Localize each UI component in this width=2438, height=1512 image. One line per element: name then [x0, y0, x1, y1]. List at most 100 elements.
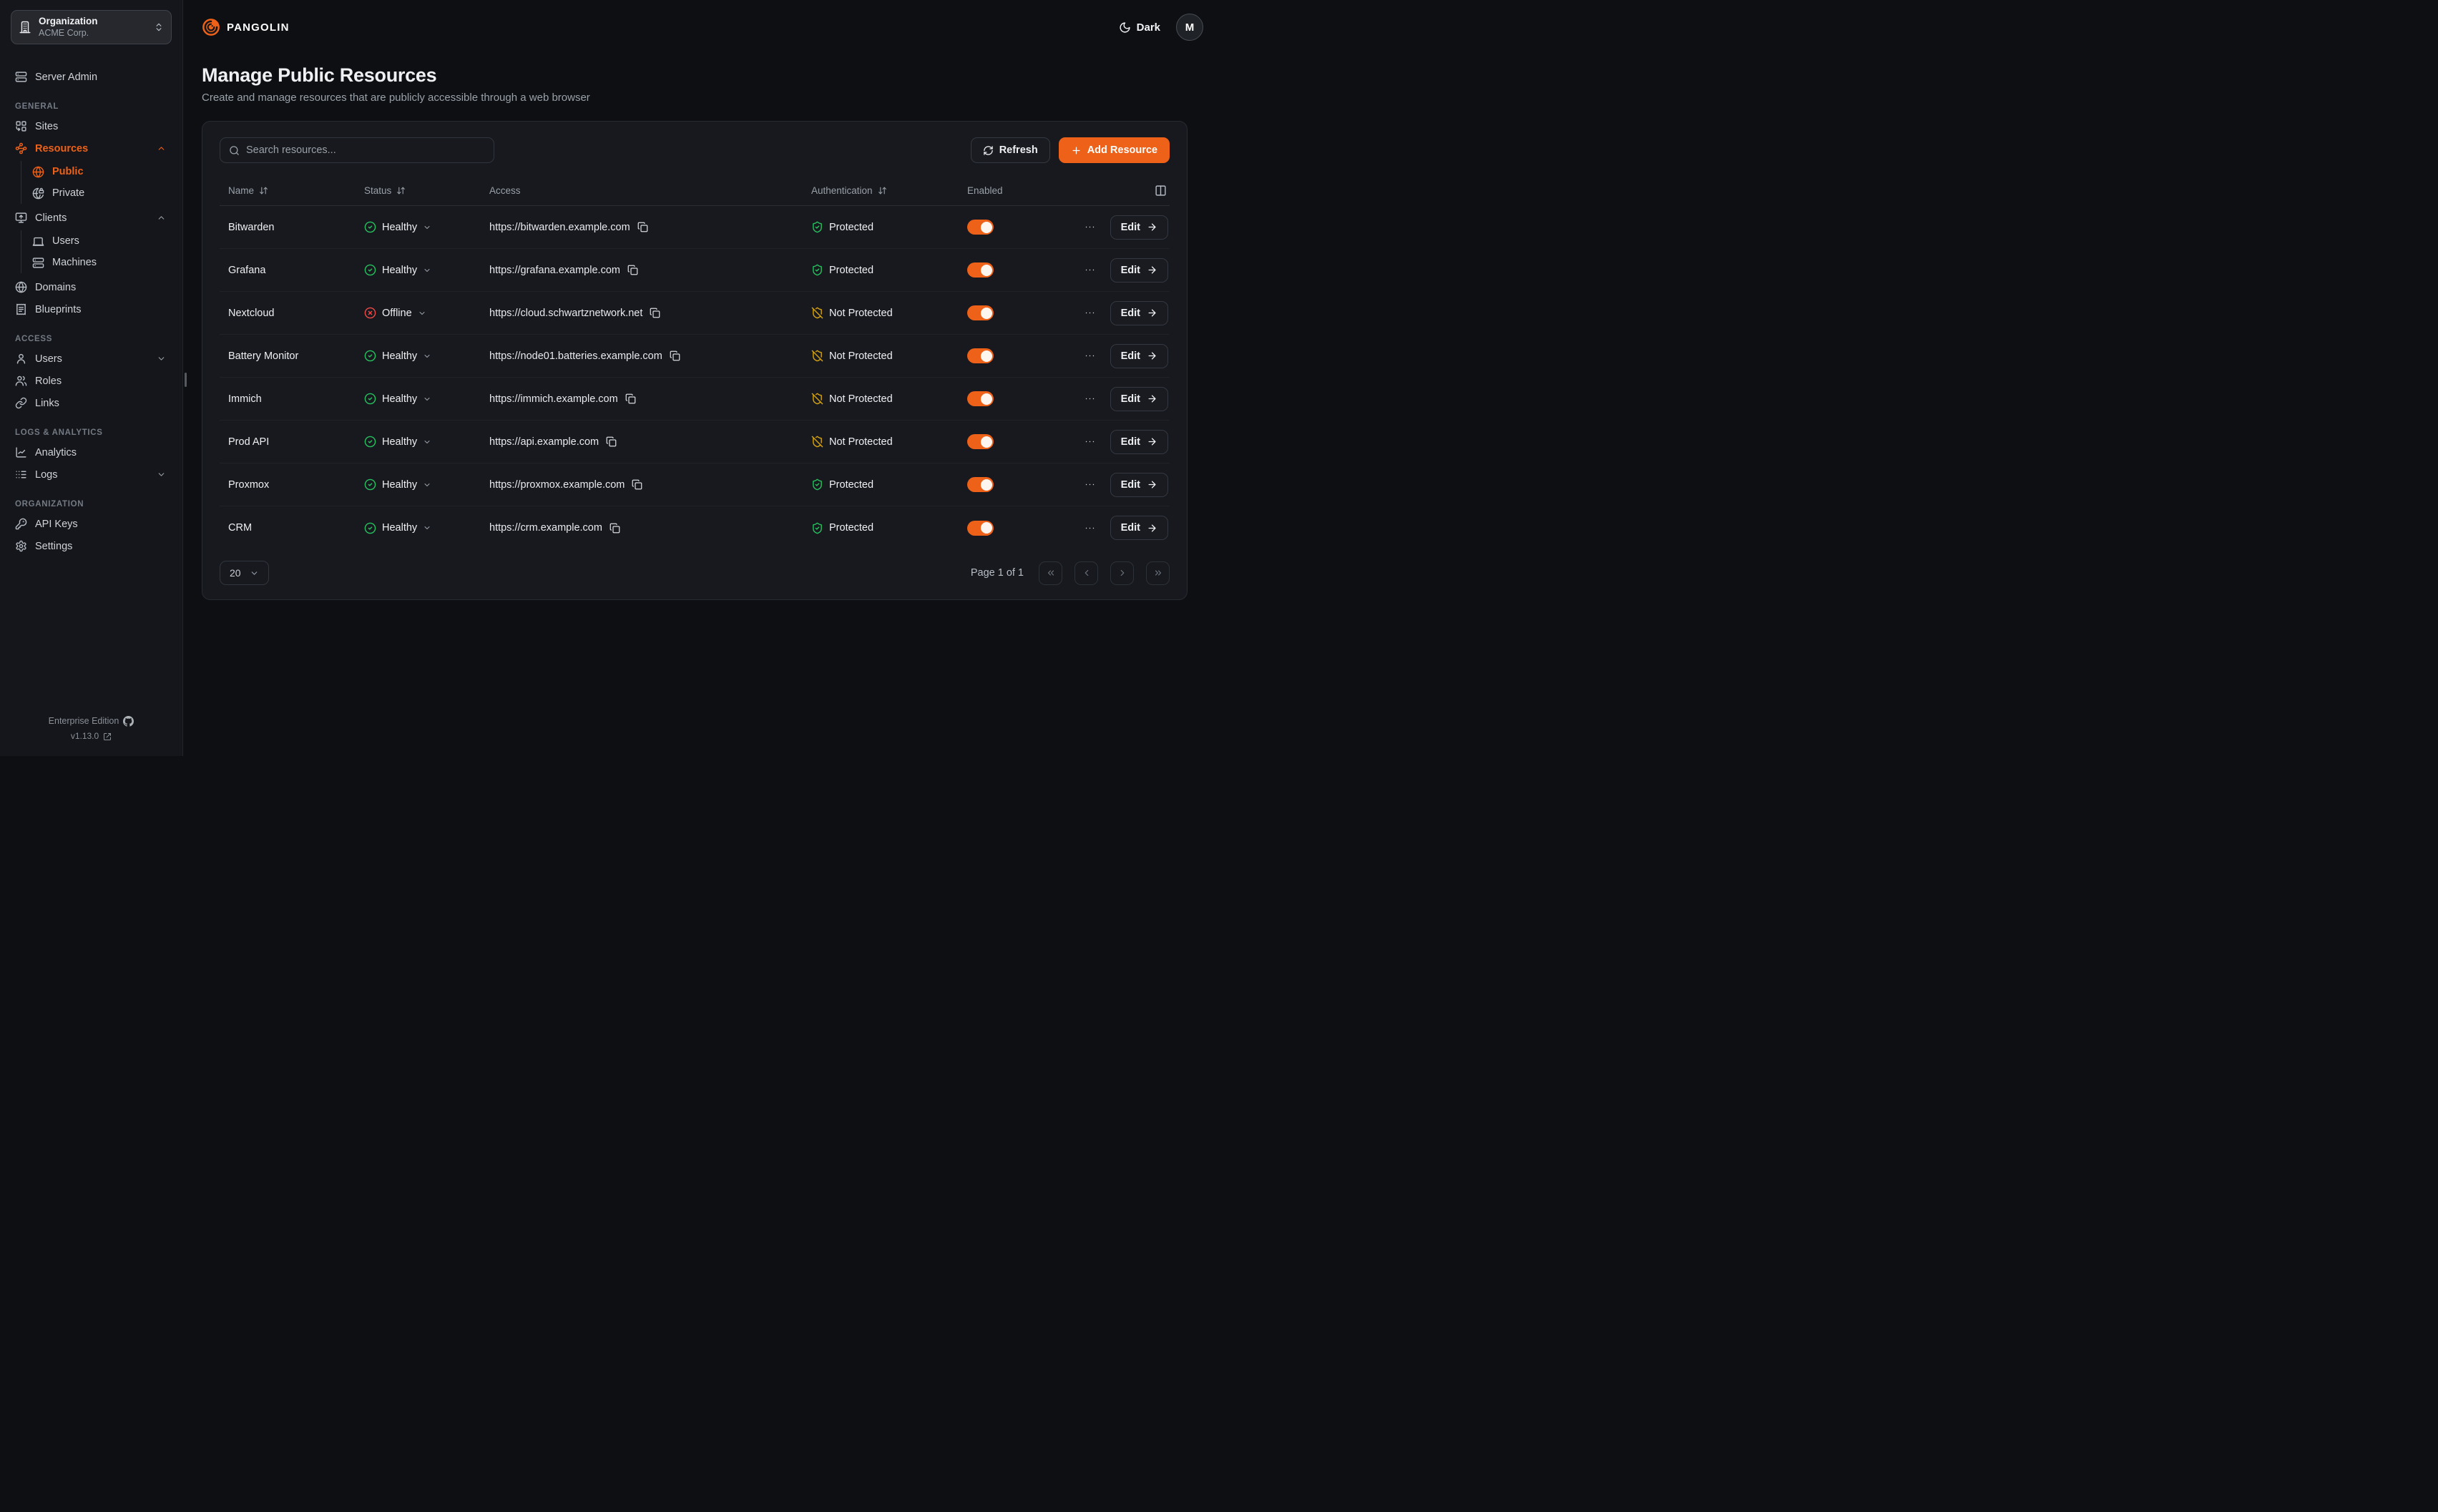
external-link-icon[interactable] — [103, 732, 112, 741]
copy-url-button[interactable] — [668, 349, 682, 363]
copy-icon — [625, 393, 636, 404]
sidebar-item-users[interactable]: Users — [11, 348, 172, 370]
theme-label: Dark — [1137, 21, 1160, 34]
copy-url-button[interactable] — [626, 263, 640, 277]
sidebar-item-domains[interactable]: Domains — [11, 276, 172, 298]
copy-url-button[interactable] — [624, 392, 637, 406]
org-selector[interactable]: Organization ACME Corp. — [11, 10, 172, 44]
chevron-up-icon — [157, 144, 166, 153]
refresh-button[interactable]: Refresh — [971, 137, 1050, 163]
sidebar-item-links[interactable]: Links — [11, 392, 172, 414]
last-page-button[interactable] — [1146, 561, 1170, 585]
status-dropdown[interactable]: Healthy — [364, 393, 431, 405]
column-picker[interactable] — [1052, 185, 1170, 197]
row-menu-button[interactable] — [1081, 261, 1099, 279]
sidebar-item-label: Users — [52, 235, 167, 247]
enabled-toggle[interactable] — [967, 305, 994, 320]
status-dropdown[interactable]: Offline — [364, 307, 426, 319]
enabled-toggle[interactable] — [967, 391, 994, 406]
sidebar-item-server-admin[interactable]: Server Admin — [11, 66, 172, 88]
first-page-button[interactable] — [1039, 561, 1062, 585]
sort-icon[interactable] — [878, 186, 887, 195]
sidebar-item-machines[interactable]: Machines — [28, 252, 172, 273]
edit-button[interactable]: Edit — [1110, 387, 1168, 411]
sidebar-item-blueprints[interactable]: Blueprints — [11, 298, 172, 320]
row-menu-button[interactable] — [1081, 390, 1099, 408]
enabled-toggle[interactable] — [967, 220, 994, 235]
row-menu-button[interactable] — [1081, 433, 1099, 451]
status-cell: Healthy — [356, 264, 481, 276]
sidebar-item-settings[interactable]: Settings — [11, 535, 172, 557]
search-input[interactable] — [246, 144, 485, 156]
sidebar-item-api-keys[interactable]: API Keys — [11, 513, 172, 535]
monitor-up-icon — [15, 212, 27, 224]
version-label[interactable]: v1.13.0 — [71, 729, 99, 745]
sidebar-item-clients[interactable]: Clients — [11, 207, 172, 229]
sidebar-item-label: Roles — [35, 375, 167, 387]
sidebar-item-roles[interactable]: Roles — [11, 370, 172, 392]
circle-x-icon — [364, 307, 376, 319]
status-cell: Healthy — [356, 522, 481, 534]
enabled-toggle[interactable] — [967, 477, 994, 492]
github-icon[interactable] — [123, 716, 134, 727]
row-menu-button[interactable] — [1081, 304, 1099, 322]
ellipsis-icon — [1084, 307, 1096, 319]
row-menu-button[interactable] — [1081, 519, 1099, 537]
status-dropdown[interactable]: Healthy — [364, 221, 431, 233]
sidebar-item-resources[interactable]: Resources — [11, 137, 172, 159]
sort-icon[interactable] — [396, 186, 406, 195]
enabled-toggle[interactable] — [967, 521, 994, 536]
edit-button[interactable]: Edit — [1110, 215, 1168, 240]
copy-url-button[interactable] — [630, 478, 644, 491]
row-menu-button[interactable] — [1081, 347, 1099, 365]
prev-page-button[interactable] — [1074, 561, 1098, 585]
theme-toggle[interactable]: Dark — [1119, 21, 1160, 34]
copy-url-button[interactable] — [648, 306, 662, 320]
sidebar-item-private[interactable]: Private — [28, 182, 172, 204]
scrollbar-thumb[interactable] — [185, 373, 187, 387]
status-dropdown[interactable]: Healthy — [364, 522, 431, 534]
avatar-initial: M — [1185, 21, 1195, 34]
row-menu-button[interactable] — [1081, 218, 1099, 236]
avatar[interactable]: M — [1176, 14, 1203, 41]
copy-url-button[interactable] — [608, 521, 622, 535]
search-box — [220, 137, 494, 163]
add-resource-button[interactable]: Add Resource — [1059, 137, 1170, 163]
sidebar-item-sites[interactable]: Sites — [11, 115, 172, 137]
chevron-down-icon — [418, 309, 426, 318]
columns-icon[interactable] — [1155, 185, 1167, 197]
table-header: NameStatusAccessAuthenticationEnabled — [220, 176, 1170, 206]
copy-icon — [606, 436, 617, 447]
page-info: Page 1 of 1 — [971, 567, 1024, 579]
edit-button[interactable]: Edit — [1110, 516, 1168, 540]
status-cell: Offline — [356, 307, 481, 319]
sidebar-item-public[interactable]: Public — [28, 161, 172, 182]
copy-icon — [670, 350, 680, 361]
column-header-authentication: Authentication — [803, 185, 959, 196]
copy-url-button[interactable] — [604, 435, 618, 448]
edit-button[interactable]: Edit — [1110, 258, 1168, 283]
edit-button[interactable]: Edit — [1110, 301, 1168, 325]
status-dropdown[interactable]: Healthy — [364, 264, 431, 276]
row-menu-button[interactable] — [1081, 476, 1099, 494]
brand[interactable]: PANGOLIN — [202, 18, 290, 36]
status-dropdown[interactable]: Healthy — [364, 478, 431, 491]
edit-button[interactable]: Edit — [1110, 473, 1168, 497]
enabled-toggle[interactable] — [967, 434, 994, 449]
enabled-toggle[interactable] — [967, 262, 994, 278]
auth-cell: Not Protected — [803, 393, 959, 405]
sidebar-item-users[interactable]: Users — [28, 230, 172, 252]
status-dropdown[interactable]: Healthy — [364, 350, 431, 362]
status-dropdown[interactable]: Healthy — [364, 436, 431, 448]
sidebar-item-logs[interactable]: Logs — [11, 463, 172, 486]
sort-icon[interactable] — [259, 186, 268, 195]
copy-url-button[interactable] — [636, 220, 650, 234]
enabled-toggle[interactable] — [967, 348, 994, 363]
next-page-button[interactable] — [1110, 561, 1134, 585]
auth-cell: Not Protected — [803, 307, 959, 319]
edit-button[interactable]: Edit — [1110, 430, 1168, 454]
page-size-select[interactable]: 20 — [220, 561, 269, 585]
edit-button[interactable]: Edit — [1110, 344, 1168, 368]
chevrons-left-icon — [1046, 568, 1056, 578]
sidebar-item-analytics[interactable]: Analytics — [11, 441, 172, 463]
